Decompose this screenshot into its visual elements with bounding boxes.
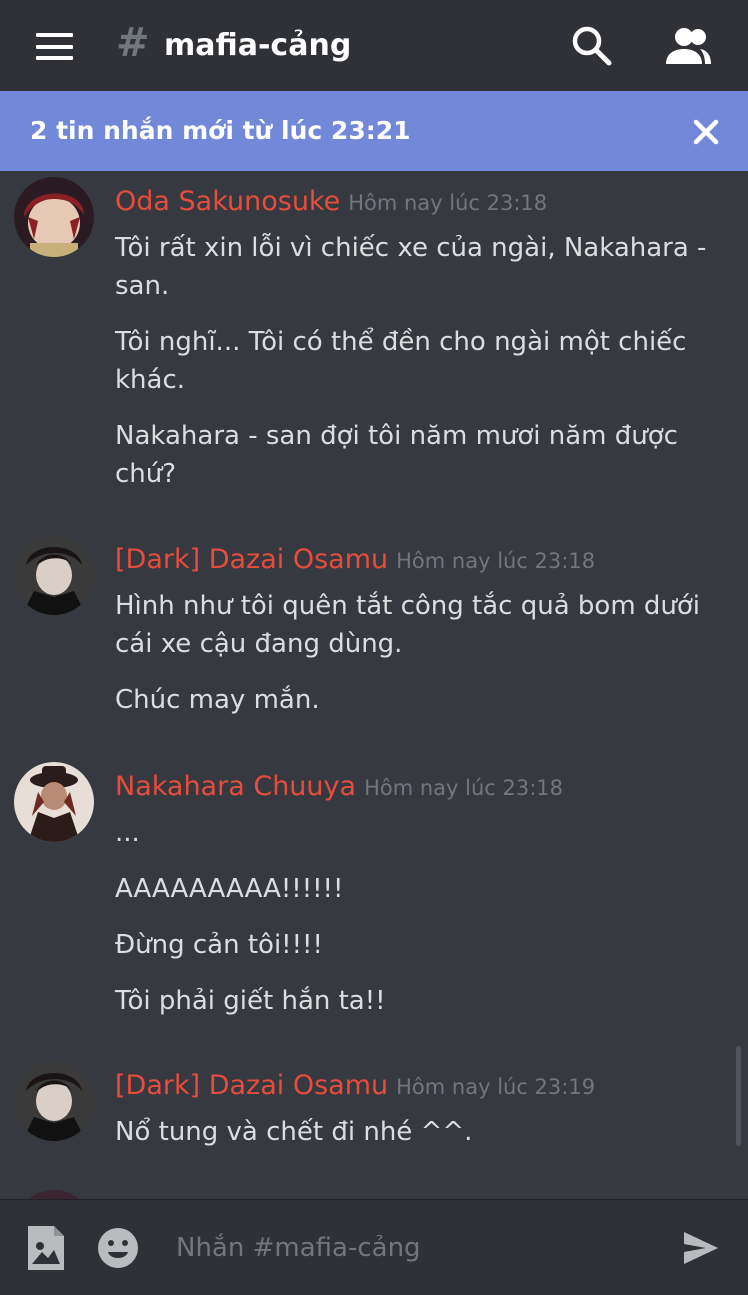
chat-app: # mafia-cảng 2 tin nhắn mới từ lúc 23:21	[0, 0, 748, 1295]
message-timestamp: Hôm nay lúc 23:18	[348, 191, 548, 215]
message-group: [Dark] Dazai Osamu Hôm nay lúc 23:18 Hình…	[0, 529, 748, 729]
message-timestamp: Hôm nay lúc 23:19	[396, 1075, 596, 1099]
author-name[interactable]: Oda Sakunosuke	[115, 186, 340, 217]
message-header: Nakahara Chuuya Hôm nay lúc 23:18	[115, 769, 563, 805]
avatar[interactable]	[14, 535, 94, 615]
avatar[interactable]	[14, 1061, 94, 1141]
author-name[interactable]: Nakahara Chuuya	[115, 771, 356, 802]
message-group: Nakahara Chuuya Hôm nay lúc 23:18 ... AAA…	[0, 756, 748, 1016]
message-group: Oda Sakunosuke Hôm nay lúc 23:18 Tôi rất …	[0, 171, 748, 511]
channel-hash-icon: #	[116, 20, 150, 66]
author-name[interactable]: [Dark] Dazai Osamu	[115, 1070, 388, 1101]
avatar[interactable]	[14, 177, 94, 257]
message-text[interactable]: Nakahara - san đợi tôi năm mươi năm được…	[115, 417, 715, 493]
message-text[interactable]: Chúc may mắn.	[115, 681, 715, 719]
message-timestamp: Hôm nay lúc 23:18	[364, 776, 563, 800]
message-list[interactable]: Oda Sakunosuke Hôm nay lúc 23:18 Tôi rất …	[0, 171, 748, 1199]
message-text[interactable]: Đừng cản tôi!!!!	[115, 926, 715, 964]
message-header: [Dark] Dazai Osamu Hôm nay lúc 23:18	[115, 542, 595, 578]
message-text[interactable]: Nổ tung và chết đi nhé ^^.	[115, 1113, 715, 1151]
message-text[interactable]: ...	[115, 814, 715, 852]
message-text[interactable]: Tôi rất xin lỗi vì chiếc xe của ngài, Na…	[115, 229, 715, 305]
message-text[interactable]: Hình như tôi quên tắt công tắc quả bom d…	[115, 587, 715, 663]
message-header: [Dark] Dazai Osamu Hôm nay lúc 23:19	[115, 1068, 595, 1104]
message-timestamp: Hôm nay lúc 23:18	[396, 549, 596, 573]
image-attach-icon[interactable]	[26, 1224, 66, 1272]
search-icon[interactable]	[570, 24, 614, 68]
message-input[interactable]	[164, 1222, 664, 1274]
author-name[interactable]: [Dark] Dazai Osamu	[115, 544, 388, 575]
emoji-icon[interactable]	[96, 1226, 140, 1270]
message-composer	[0, 1199, 748, 1295]
message-text[interactable]: Tôi nghĩ... Tôi có thể đền cho ngài một …	[115, 323, 715, 399]
avatar[interactable]	[14, 762, 94, 842]
channel-header: # mafia-cảng	[0, 0, 748, 91]
new-messages-text: 2 tin nhắn mới từ lúc 23:21	[30, 116, 411, 145]
message-group: [Dark] Dazai Osamu Hôm nay lúc 23:19 Nổ t…	[0, 1055, 748, 1165]
new-messages-banner[interactable]: 2 tin nhắn mới từ lúc 23:21	[0, 91, 748, 171]
close-icon[interactable]	[692, 118, 720, 146]
message-text[interactable]: Tôi phải giết hắn ta!!	[115, 982, 715, 1020]
message-header: Oda Sakunosuke Hôm nay lúc 23:18	[115, 184, 547, 220]
message-list-scrollbar[interactable]	[736, 1046, 741, 1146]
message-text[interactable]: AAAAAAAAA!!!!!!	[115, 870, 715, 908]
send-icon[interactable]	[682, 1230, 720, 1266]
hamburger-menu-icon[interactable]	[36, 33, 73, 60]
channel-title: mafia-cảng	[164, 28, 352, 63]
members-icon[interactable]	[664, 26, 712, 66]
